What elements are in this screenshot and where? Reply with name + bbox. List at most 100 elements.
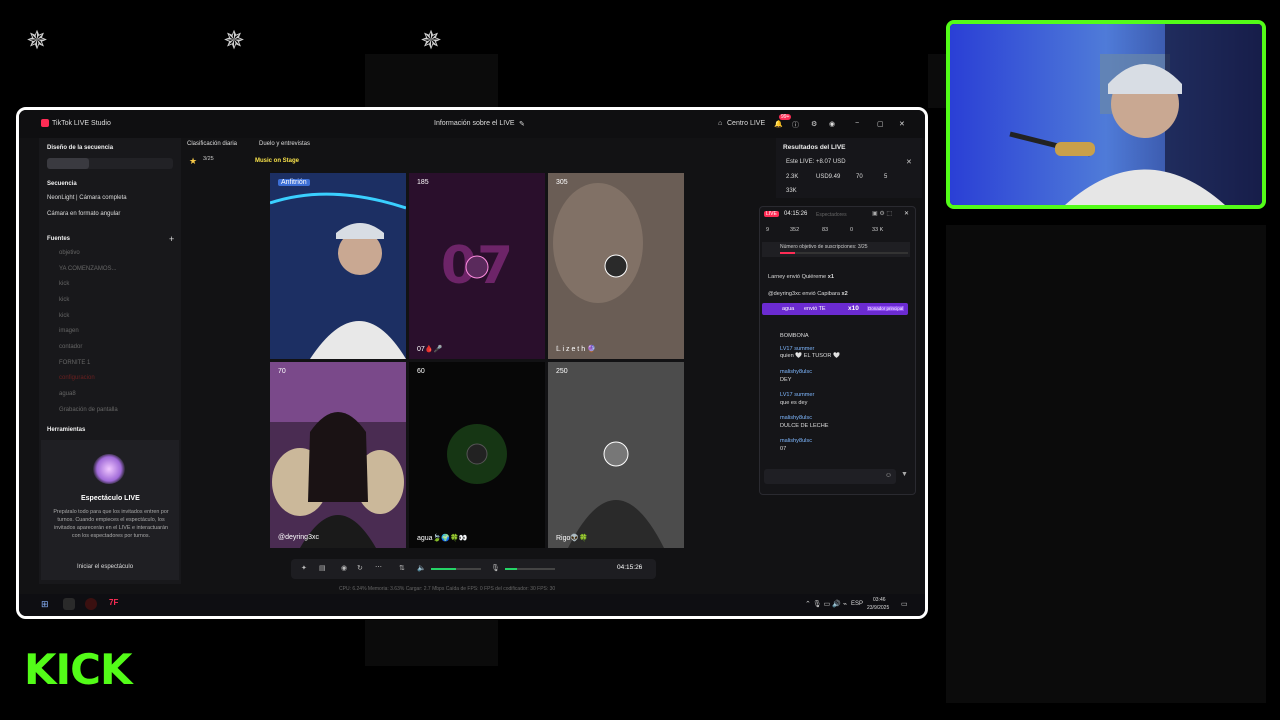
gift-user[interactable]: Larney: [768, 274, 785, 280]
source-item[interactable]: kick: [59, 313, 69, 319]
results-panel: Resultados del LIVE Este LIVE: +8.07 USD…: [776, 138, 922, 198]
chat-count: 352: [790, 227, 800, 233]
source-item[interactable]: contador: [59, 344, 82, 350]
chat-count: 33 K: [872, 227, 884, 233]
profile-icon[interactable]: ◉: [829, 120, 835, 128]
chat-icons[interactable]: ▣ ⚙ ⬚: [872, 210, 892, 217]
gift-count: x1: [827, 274, 834, 280]
tiktok-live-studio-window: TikTok LIVE Studio Información sobre el …: [16, 107, 928, 619]
windows-icon[interactable]: ⊞: [41, 599, 49, 610]
diseno-heading: Diseño de la secuencia: [47, 145, 114, 151]
more-icon[interactable]: ⋯: [375, 563, 382, 571]
secuencia-heading: Secuencia: [47, 181, 77, 187]
donor-badge: Donador principal: [867, 306, 905, 311]
source-item[interactable]: FORNITE 1: [59, 360, 90, 366]
chat-user[interactable]: malishy8ulsc: [780, 415, 812, 421]
layout-icon[interactable]: ▤: [319, 564, 326, 572]
minimize-icon[interactable]: −: [855, 120, 859, 127]
record-icon[interactable]: ◉: [341, 564, 347, 572]
tile-guest[interactable]: 07 185 07🩸🎤: [409, 173, 545, 359]
gift-user[interactable]: @deyring3xc: [768, 291, 801, 297]
performance-stats: CPU: 6.24% Memoria: 3.63% Cargar: 2.7 Mb…: [339, 586, 556, 592]
iniciar-button[interactable]: Iniciar el espectáculo: [77, 564, 133, 570]
chat-tab[interactable]: Espectadores: [816, 212, 847, 218]
clock-date: 23/9/2025: [867, 605, 890, 611]
duelo-button[interactable]: Duelo y entrevistas: [259, 141, 310, 147]
seq-item[interactable]: Cámara en formato angular: [47, 211, 120, 217]
gift-line: Larney envió Quiéreme x1: [768, 274, 834, 280]
source-item[interactable]: kick: [59, 297, 69, 303]
volume-slider[interactable]: [431, 568, 481, 570]
obs-app-icon[interactable]: [85, 598, 97, 610]
tile-guest[interactable]: 70 @deyring3xc: [270, 362, 406, 548]
speaker-icon[interactable]: 🔈: [417, 564, 426, 572]
star-logo-icon: ✵: [420, 26, 442, 56]
chat-count: 9: [766, 227, 770, 233]
chat-user[interactable]: malishy8ulsc: [780, 369, 812, 375]
notifications-icon[interactable]: ▭: [901, 600, 908, 608]
close-results-icon[interactable]: ✕: [906, 158, 912, 166]
mic-slider[interactable]: [505, 568, 555, 570]
stat-new: 5: [884, 174, 888, 180]
herramientas-heading: Herramientas: [47, 427, 86, 433]
gift-text: envió Quiéreme: [786, 274, 827, 280]
chat-input[interactable]: ☺: [764, 469, 896, 484]
equalizer-icon[interactable]: ⇅: [399, 564, 405, 572]
tile-guest[interactable]: 305 𝕃 i z e t h 🔮: [548, 173, 684, 359]
bell-icon[interactable]: 🔔: [774, 120, 783, 128]
background-panel: [365, 54, 498, 108]
music-on-stage[interactable]: Music on Stage: [255, 158, 299, 164]
language-indicator[interactable]: ESP: [851, 601, 863, 607]
guest-score: 305: [556, 179, 568, 186]
guest-name: 07🩸🎤: [417, 346, 443, 353]
close-chat-icon[interactable]: ✕: [904, 210, 909, 217]
chat-user[interactable]: LV17 summer: [780, 346, 814, 352]
chat-message: quien 🤍 EL TUSOR 🤍: [780, 353, 840, 359]
help-icon[interactable]: ⓘ: [792, 120, 799, 130]
chat-message: DEY: [780, 377, 792, 383]
source-item[interactable]: configuracion: [59, 375, 95, 381]
chat-message: que es dey: [780, 400, 808, 406]
guest-score: 70: [278, 368, 286, 375]
maximize-icon[interactable]: ▢: [877, 120, 884, 128]
app-icon[interactable]: 7F: [109, 598, 118, 607]
goal-progress-track: [780, 252, 908, 254]
control-bar: ✦ ▤ ◉ ↻ ⋯ ⇅ 🔈 🎙 04:15:26: [291, 559, 656, 579]
gift-user[interactable]: agua: [782, 306, 794, 312]
gift-text: envió Capibara: [802, 291, 840, 297]
layout-option-portrait[interactable]: [47, 158, 89, 169]
source-item[interactable]: imagen: [59, 328, 79, 334]
add-source-icon[interactable]: +: [169, 234, 174, 244]
close-icon[interactable]: ✕: [899, 120, 905, 128]
chat-panel: LIVE 04:15:26 Espectadores ▣ ⚙ ⬚ ✕ 9 352…: [759, 206, 916, 495]
tiktok-icon: [41, 119, 49, 127]
notification-badge: 99+: [779, 114, 792, 120]
emoji-icon[interactable]: ☺: [885, 472, 892, 479]
tile-guest[interactable]: 250 Rigo👽🍀: [548, 362, 684, 548]
source-item[interactable]: objetivo: [59, 250, 80, 256]
settings-icon[interactable]: ⚙: [811, 120, 817, 128]
live-info-title[interactable]: Información sobre el LIVE: [434, 120, 515, 127]
guest-score: 185: [417, 179, 429, 186]
magic-icon[interactable]: ✦: [301, 564, 307, 572]
source-item[interactable]: agua8: [59, 391, 76, 397]
tile-guest[interactable]: 60 agua🍃🌍🍀👀: [409, 362, 545, 548]
replay-icon[interactable]: ↻: [357, 564, 363, 572]
seq-item[interactable]: NeonLight | Cámara completa: [47, 195, 127, 201]
source-item[interactable]: Grabación de pantalla: [59, 407, 118, 413]
source-item[interactable]: kick: [59, 281, 69, 287]
source-item[interactable]: YA COMENZAMOS...: [59, 266, 117, 272]
tray-icons[interactable]: ⌃ 🎙 ▭ 🔊 ⌁: [805, 600, 847, 608]
tile-host[interactable]: Anfitrión: [270, 173, 406, 359]
goal-progress-fill: [780, 252, 795, 254]
mic-icon[interactable]: 🎙: [491, 564, 500, 572]
tiktok-app-icon[interactable]: [63, 598, 75, 610]
guest-score: 250: [556, 368, 568, 375]
centro-live-button[interactable]: Centro LIVE: [727, 120, 765, 127]
layout-toggle[interactable]: [47, 158, 173, 169]
chat-user[interactable]: malishy8ulsc: [780, 438, 812, 444]
edit-icon[interactable]: ✎: [519, 120, 525, 128]
clasificacion-button[interactable]: Clasificación diaria: [187, 141, 237, 147]
filter-icon[interactable]: ▼: [901, 471, 908, 478]
chat-user[interactable]: LV17 summer: [780, 392, 814, 398]
